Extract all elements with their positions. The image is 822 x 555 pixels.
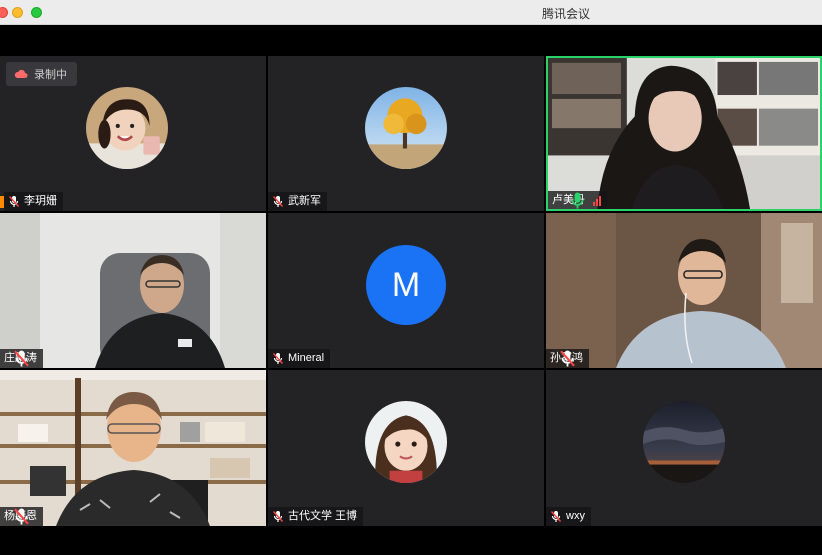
mic-muted-icon bbox=[14, 508, 29, 525]
participant-nameplate: 孙军鸿 bbox=[546, 349, 589, 368]
participant-avatar bbox=[365, 87, 447, 169]
participant-tile[interactable]: 庄鹏涛 bbox=[0, 213, 266, 368]
participant-tile[interactable]: 古代文学 王博 bbox=[268, 370, 544, 526]
participant-tile-active-speaker[interactable]: 卢美丹 bbox=[546, 56, 822, 211]
participant-nameplate: 杨康恩 bbox=[0, 507, 43, 526]
participant-nameplate: wxy bbox=[546, 507, 591, 526]
participant-name: 古代文学 王博 bbox=[288, 510, 358, 522]
mic-muted-icon bbox=[272, 196, 284, 207]
man-with-glasses-video bbox=[0, 370, 266, 526]
mic-muted-icon bbox=[272, 353, 284, 364]
recording-label: 录制中 bbox=[34, 69, 67, 81]
participant-tile[interactable]: 录制中 李玥姗 bbox=[0, 56, 266, 211]
child-girl-avatar-icon bbox=[86, 87, 168, 169]
participant-tile[interactable]: M Mineral bbox=[268, 213, 544, 368]
mic-muted-icon bbox=[560, 350, 575, 367]
participant-avatar bbox=[86, 87, 168, 169]
recording-indicator[interactable]: 录制中 bbox=[6, 62, 77, 86]
woman-speaking-video bbox=[548, 58, 820, 209]
letter-avatar: M bbox=[366, 245, 446, 325]
participant-nameplate: Mineral bbox=[268, 349, 331, 368]
child-girl-avatar-2-icon bbox=[365, 401, 447, 483]
participant-tile[interactable]: wxy bbox=[546, 370, 822, 526]
participant-tile[interactable]: 杨康恩 bbox=[0, 370, 266, 526]
man-in-chair-video bbox=[0, 213, 266, 368]
participant-nameplate: 武新军 bbox=[268, 192, 327, 211]
participant-tile[interactable]: 孙军鸿 bbox=[546, 213, 822, 368]
window-titlebar: 腾讯会议 bbox=[0, 0, 822, 25]
mic-muted-icon bbox=[14, 350, 29, 367]
mic-on-icon bbox=[571, 192, 584, 209]
participant-nameplate: 卢美丹 bbox=[548, 191, 607, 209]
cloud-icon bbox=[14, 69, 28, 78]
man-with-earphones-video bbox=[546, 213, 822, 368]
mic-muted-icon bbox=[550, 511, 562, 522]
top-toolbar-area bbox=[0, 25, 822, 56]
participant-nameplate: 庄鹏涛 bbox=[0, 349, 43, 368]
participant-name: Mineral bbox=[288, 352, 325, 364]
participant-avatar bbox=[365, 401, 447, 483]
mic-muted-icon bbox=[8, 196, 20, 207]
participant-name: wxy bbox=[566, 510, 585, 522]
participant-nameplate: 古代文学 王博 bbox=[268, 507, 364, 526]
participant-tile[interactable]: 武新军 bbox=[268, 56, 544, 211]
autumn-tree-avatar-icon bbox=[365, 87, 447, 169]
night-sky-avatar-icon bbox=[643, 401, 725, 483]
participant-nameplate: 李玥姗 bbox=[4, 192, 63, 211]
participant-avatar bbox=[643, 401, 725, 483]
participant-name: 李玥姗 bbox=[24, 195, 57, 207]
bottom-toolbar-area bbox=[0, 526, 822, 555]
mic-muted-icon bbox=[272, 511, 284, 522]
window-title: 腾讯会议 bbox=[541, 7, 590, 21]
participant-name: 武新军 bbox=[288, 195, 321, 207]
